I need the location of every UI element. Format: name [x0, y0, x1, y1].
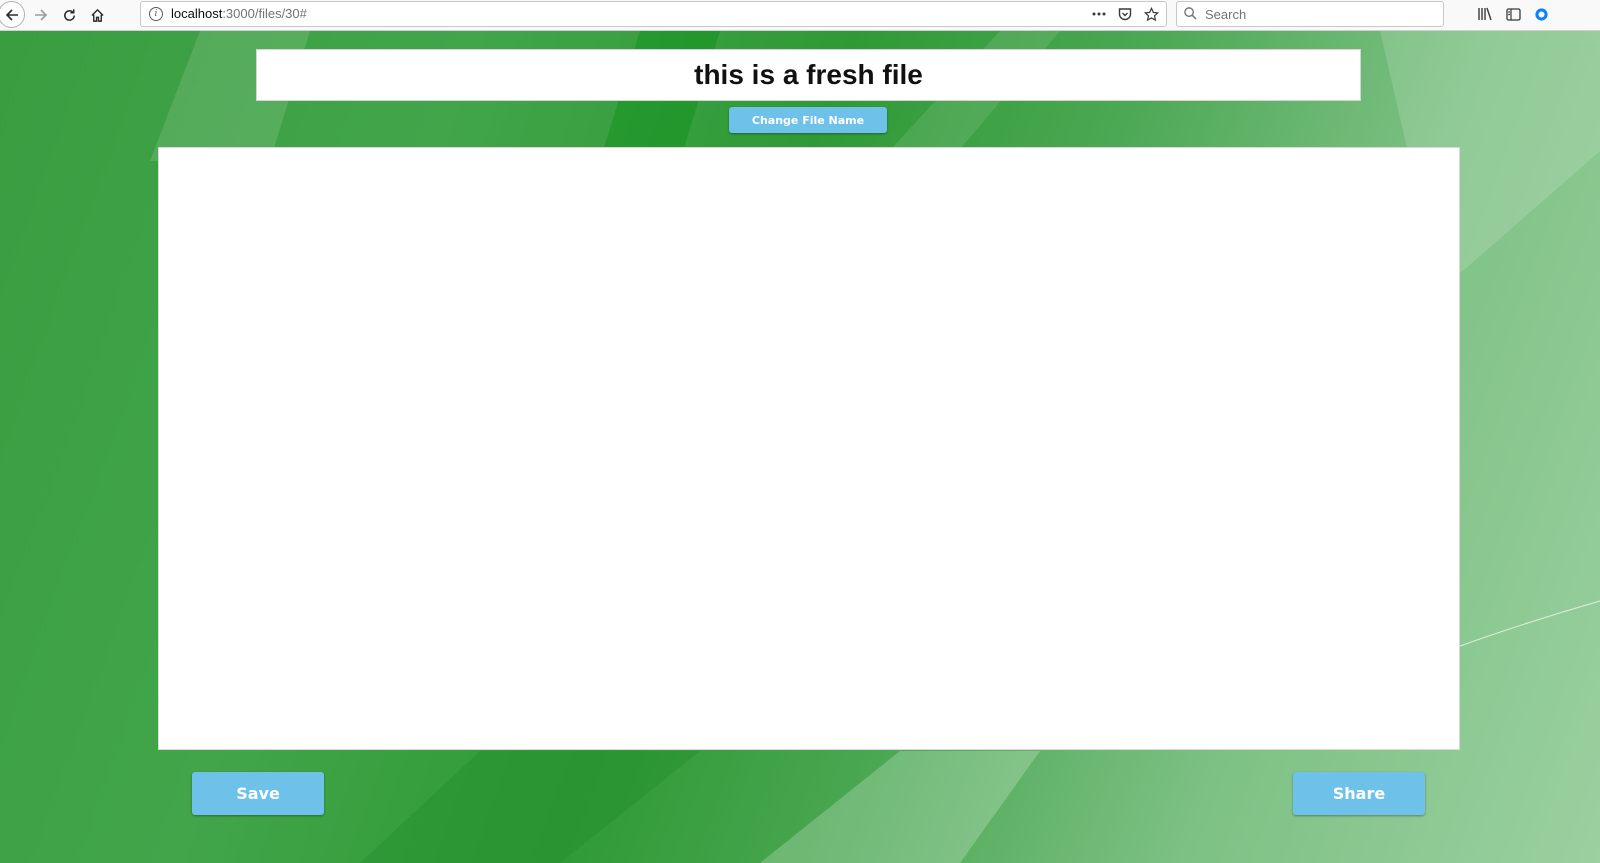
home-icon[interactable] [84, 2, 110, 28]
sidebar-icon[interactable] [1504, 4, 1522, 24]
url-text: localhost:3000/files/30# [171, 6, 307, 21]
url-host: localhost [171, 6, 223, 21]
file-name: this is a fresh file [694, 59, 923, 90]
reload-icon[interactable] [56, 2, 82, 28]
page-body: this is a fresh file Change File Name Sa… [0, 31, 1600, 863]
more-dots-icon[interactable] [1090, 4, 1108, 24]
search-icon [1183, 6, 1199, 22]
star-icon[interactable] [1142, 4, 1160, 24]
url-bar[interactable]: i localhost:3000/files/30# [140, 1, 1167, 27]
search-bar[interactable]: Search [1176, 1, 1444, 27]
forward-arrow-icon[interactable] [28, 2, 54, 28]
save-button[interactable]: Save [192, 772, 324, 815]
extension-icon[interactable] [1532, 4, 1550, 24]
info-icon[interactable]: i [149, 7, 163, 21]
share-button[interactable]: Share [1293, 772, 1425, 815]
url-path: :3000/files/30# [222, 6, 307, 21]
file-content-editor[interactable] [158, 147, 1460, 750]
search-placeholder: Search [1205, 7, 1247, 22]
file-name-display: this is a fresh file [256, 49, 1361, 101]
pocket-icon[interactable] [1116, 4, 1134, 24]
back-arrow-icon[interactable] [0, 1, 25, 28]
change-file-name-button[interactable]: Change File Name [729, 107, 887, 133]
library-icon[interactable] [1476, 4, 1494, 24]
browser-toolbar: i localhost:3000/files/30# Search [0, 0, 1600, 31]
